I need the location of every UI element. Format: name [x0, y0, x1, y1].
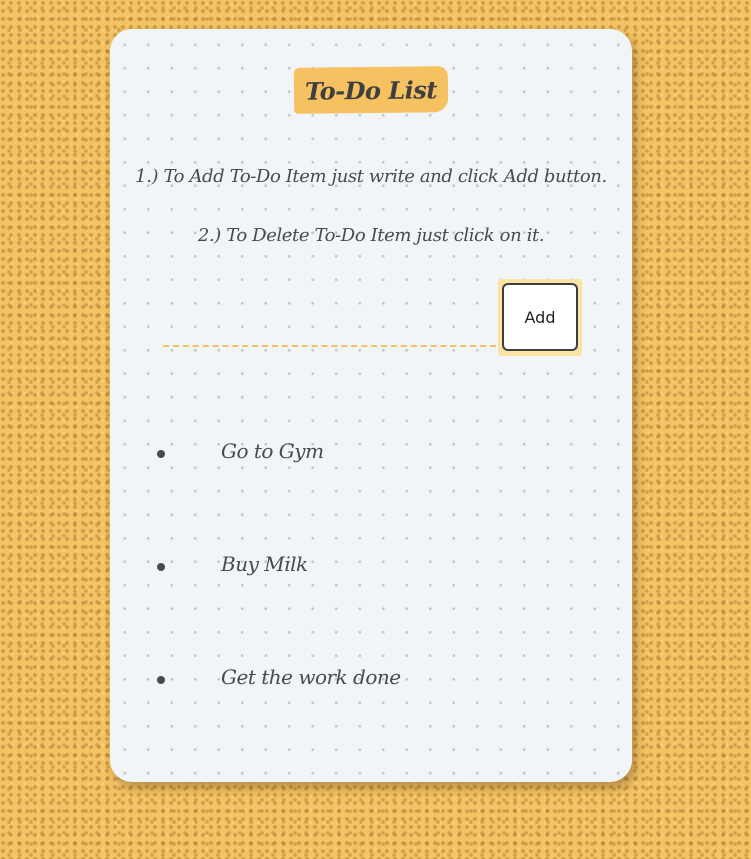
- title-badge: To-Do List: [293, 66, 449, 114]
- add-button[interactable]: Add: [502, 283, 578, 351]
- todo-list: Go to Gym Buy Milk Get the work done: [150, 437, 600, 776]
- bullet-icon: [157, 450, 165, 458]
- todo-input[interactable]: [163, 315, 496, 347]
- todo-item-text: Go to Gym: [221, 439, 324, 463]
- todo-item-text: Get the work done: [221, 665, 401, 689]
- add-instruction: 1.) To Add To-Do Item just write and cli…: [135, 166, 607, 187]
- add-button-highlight: Add: [498, 279, 582, 356]
- todo-item[interactable]: Go to Gym: [150, 437, 600, 550]
- page-title: To-Do List: [304, 74, 438, 106]
- todo-item[interactable]: Get the work done: [150, 663, 600, 776]
- delete-instruction: 2.) To Delete To-Do Item just click on i…: [197, 225, 545, 246]
- bullet-icon: [157, 563, 165, 571]
- bullet-icon: [157, 676, 165, 684]
- todo-item[interactable]: Buy Milk: [150, 550, 600, 663]
- todo-item-text: Buy Milk: [221, 552, 308, 576]
